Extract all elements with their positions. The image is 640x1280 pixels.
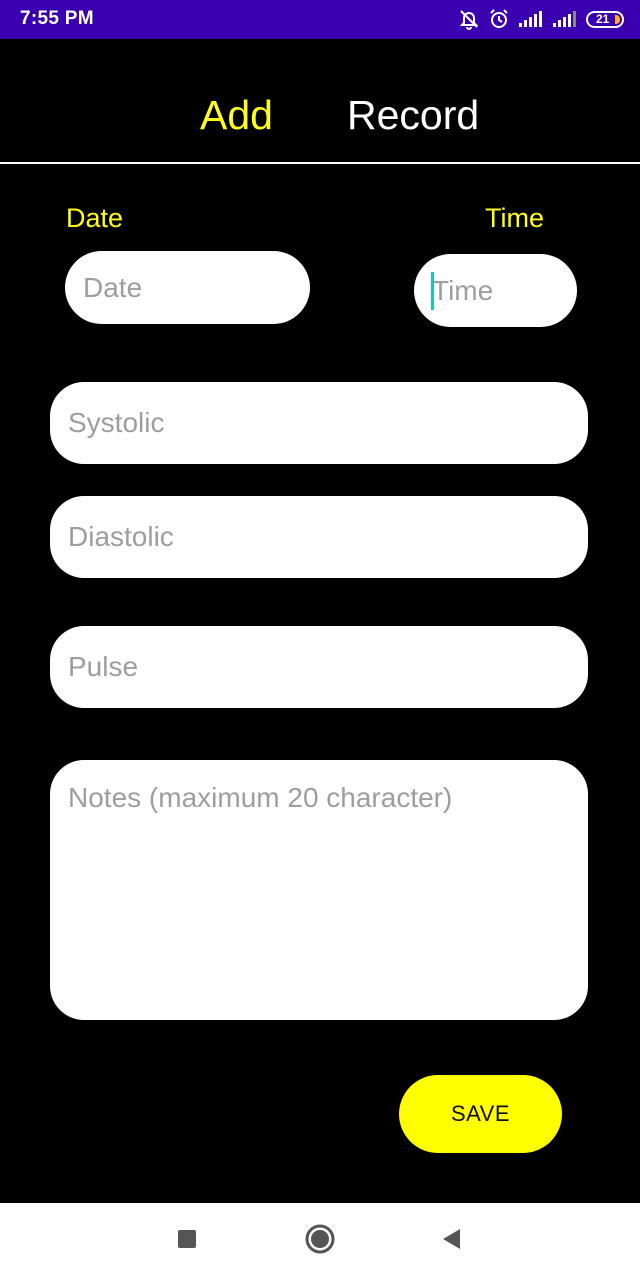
time-input[interactable] <box>414 254 577 327</box>
time-label: Time <box>485 203 544 233</box>
text-cursor <box>431 272 434 310</box>
battery-icon: 21 <box>586 10 624 28</box>
alarm-icon <box>488 8 510 30</box>
home-button[interactable] <box>290 1203 350 1280</box>
header-divider <box>0 162 640 164</box>
systolic-input[interactable] <box>50 382 588 464</box>
back-button[interactable] <box>421 1203 481 1280</box>
date-label: Date <box>66 203 124 233</box>
recent-apps-button[interactable] <box>157 1203 217 1280</box>
tab-add[interactable]: Add <box>200 92 273 139</box>
status-bar: 7:55 PM 21 <box>0 0 640 39</box>
recent-apps-icon <box>176 1228 198 1255</box>
signal-icon <box>518 10 544 28</box>
date-input[interactable] <box>65 251 310 324</box>
mute-notifications-icon <box>458 8 480 30</box>
navigation-bar <box>0 1203 640 1280</box>
status-icons: 21 <box>458 8 624 30</box>
tab-record[interactable]: Record <box>347 92 479 139</box>
status-time: 7:55 PM <box>20 8 94 29</box>
signal-icon <box>552 10 578 28</box>
pulse-input[interactable] <box>50 626 588 708</box>
diastolic-input[interactable] <box>50 496 588 578</box>
notes-input[interactable] <box>50 760 588 1020</box>
home-icon <box>304 1223 336 1260</box>
battery-level: 21 <box>596 12 610 26</box>
save-button[interactable]: SAVE <box>399 1075 562 1153</box>
back-icon <box>440 1227 462 1256</box>
